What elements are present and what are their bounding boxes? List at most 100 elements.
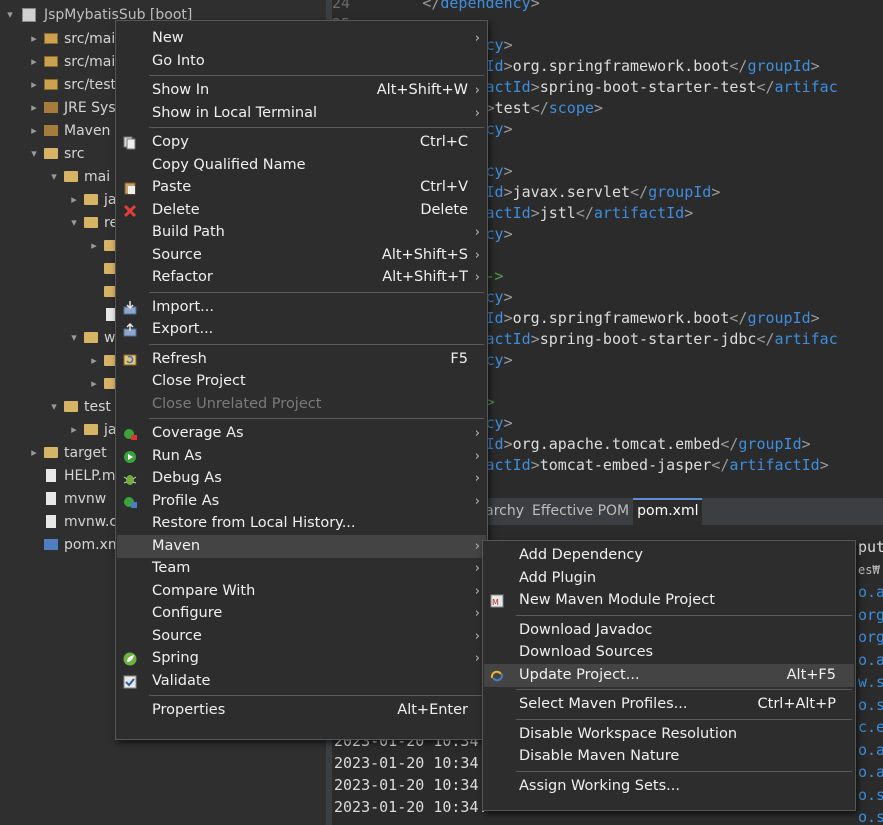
chevron-right-icon[interactable]: ▸ — [28, 442, 40, 464]
menu-item-maven[interactable]: Maven › — [117, 534, 486, 558]
menu-item-label: New — [152, 30, 184, 46]
context-menu: New › Go Into Show In Alt+Shift+W › Show in Lo… — [115, 20, 488, 740]
menu-item-new[interactable]: New › — [117, 27, 486, 50]
code-token: > — [819, 456, 829, 474]
code-token: </ — [756, 330, 775, 348]
file-icon — [46, 515, 56, 528]
console-fragment: put — [858, 540, 883, 556]
code-token: > — [684, 204, 694, 222]
chevron-right-icon[interactable]: ▸ — [68, 419, 80, 441]
chevron-right-icon[interactable]: ▸ — [28, 97, 40, 119]
menu-item-run-as[interactable]: Run As › — [117, 445, 486, 468]
code-token: </ — [630, 183, 649, 201]
chevron-right-icon: › — [474, 606, 480, 621]
chevron-right-icon[interactable]: ▸ — [88, 350, 100, 372]
menu-item-coverage-as[interactable]: Coverage As › — [117, 422, 486, 445]
code-token: </ — [720, 435, 739, 453]
code-token: groupId — [738, 435, 802, 453]
menu-item-show-in-local-terminal[interactable]: Show in Local Terminal › — [117, 102, 486, 125]
menu-item-download-sources[interactable]: Download Sources — [484, 641, 854, 664]
menu-item-disable-maven-nature[interactable]: Disable Maven Nature — [484, 745, 854, 768]
menu-item-label: Select Maven Profiles... — [519, 696, 688, 712]
chevron-down-icon[interactable]: ▾ — [48, 166, 60, 188]
code-token: spring-boot-starter-test — [539, 78, 757, 96]
menu-item-build-path[interactable]: Build Path › — [117, 221, 486, 244]
tree-item-label: src/test/ — [64, 77, 121, 93]
code-token: </ — [756, 78, 775, 96]
menu-item-label: Debug As — [152, 470, 222, 486]
menu-item-properties[interactable]: Properties Alt+Enter — [117, 699, 486, 722]
menu-separator — [516, 614, 852, 616]
tree-item-label: mvnw — [64, 491, 107, 507]
debug-icon — [123, 472, 137, 485]
menu-item-download-javadoc[interactable]: Download Javadoc — [484, 619, 854, 642]
tab-effective-pom[interactable]: Effective POM — [528, 498, 633, 525]
menu-item-team[interactable]: Team › — [117, 557, 486, 580]
chevron-right-icon[interactable]: ▸ — [28, 120, 40, 142]
menu-item-delete[interactable]: Delete Delete — [117, 199, 486, 222]
chevron-right-icon: › — [474, 538, 480, 554]
chevron-right-icon[interactable]: ▸ — [88, 373, 100, 395]
menu-item-export[interactable]: Export... — [117, 318, 486, 341]
menu-item-label: Copy Qualified Name — [152, 156, 306, 173]
menu-item-add-dependency[interactable]: Add Dependency — [484, 544, 854, 567]
menu-item-assign-working-sets[interactable]: Assign Working Sets... — [484, 775, 854, 798]
menu-item-show-in[interactable]: Show In Alt+Shift+W › — [117, 79, 486, 102]
chevron-down-icon[interactable]: ▾ — [28, 143, 40, 165]
console-fragment: org — [858, 605, 883, 624]
menu-item-refactor[interactable]: Refactor Alt+Shift+T › — [117, 266, 486, 289]
chevron-right-icon[interactable]: ▸ — [28, 51, 40, 73]
menu-item-copy-qualified-name[interactable]: Copy Qualified Name — [117, 154, 486, 177]
menu-item-refresh[interactable]: Refresh F5 — [117, 348, 486, 371]
code-token: </ — [711, 456, 730, 474]
menu-item-spring[interactable]: Spring › — [117, 647, 486, 670]
refresh-icon — [123, 353, 137, 366]
folder-icon — [44, 447, 58, 458]
folder-icon — [84, 424, 98, 435]
code-token: spring-boot-starter-jdbc — [539, 330, 757, 348]
delete-icon-graphic — [123, 204, 137, 217]
menu-item-compare-with[interactable]: Compare With › — [117, 580, 486, 603]
tree-item-label: Maven — [64, 123, 111, 139]
folder-icon — [64, 171, 78, 182]
menu-item-select-maven-profiles[interactable]: Select Maven Profiles... Ctrl+Alt+P — [484, 693, 854, 716]
menu-item-source[interactable]: Source Alt+Shift+S › — [117, 244, 486, 267]
chevron-right-icon[interactable]: ▸ — [88, 235, 100, 257]
menu-item-label: Restore from Local History... — [152, 515, 356, 531]
menu-item-configure[interactable]: Configure › — [117, 602, 486, 625]
menu-item-validate[interactable]: Validate — [117, 670, 486, 693]
menu-item-paste[interactable]: Paste Ctrl+V — [117, 176, 486, 199]
menu-item-add-plugin[interactable]: Add Plugin — [484, 567, 854, 590]
menu-item-debug-as[interactable]: Debug As › — [117, 467, 486, 490]
console-fragment: o.s — [858, 695, 883, 714]
menu-item-source[interactable]: Source › — [117, 625, 486, 648]
code-token: > — [503, 120, 513, 138]
chevron-down-icon[interactable]: ▾ — [68, 212, 80, 234]
console-line: 2023-01-20 10:34: — [334, 776, 488, 794]
debug-icon-graphic — [123, 475, 137, 485]
menu-item-go-into[interactable]: Go Into — [117, 50, 486, 73]
menu-item-profile-as[interactable]: Profile As › — [117, 490, 486, 513]
chevron-down-icon[interactable]: ▾ — [68, 327, 80, 349]
menu-item-close-project[interactable]: Close Project — [117, 370, 486, 393]
tab-pom-xml[interactable]: pom.xml — [633, 498, 703, 525]
file-icon — [46, 469, 56, 482]
menu-item-copy[interactable]: Copy Ctrl+C — [117, 131, 486, 154]
code-token: > — [503, 414, 513, 432]
menu-item-import[interactable]: Import... — [117, 296, 486, 319]
chevron-down-icon[interactable]: ▾ — [48, 396, 60, 418]
menu-item-disable-workspace-resolution[interactable]: Disable Workspace Resolution — [484, 723, 854, 746]
code-token: javax.servlet — [512, 183, 631, 201]
chevron-down-icon[interactable]: ▾ — [4, 4, 16, 26]
code-token: </ — [575, 204, 594, 222]
chevron-right-icon[interactable]: ▸ — [28, 74, 40, 96]
menu-item-label: Compare With — [152, 582, 256, 599]
menu-item-restore-from-local-history[interactable]: Restore from Local History... — [117, 512, 486, 535]
console-line: 2023-01-20 10:34: — [334, 754, 488, 772]
menu-item-new-maven-module-project[interactable]: M New Maven Module Project — [484, 589, 854, 612]
chevron-right-icon[interactable]: ▸ — [68, 189, 80, 211]
chevron-right-icon[interactable]: ▸ — [28, 28, 40, 50]
menu-item-update-project[interactable]: Update Project... Alt+F5 — [484, 663, 854, 687]
chevron-right-icon: › — [474, 493, 480, 509]
console-right-fragments: putes₩o.aorgorgo.aw.so.sc.eo.ao.ao.so.so… — [858, 540, 883, 825]
